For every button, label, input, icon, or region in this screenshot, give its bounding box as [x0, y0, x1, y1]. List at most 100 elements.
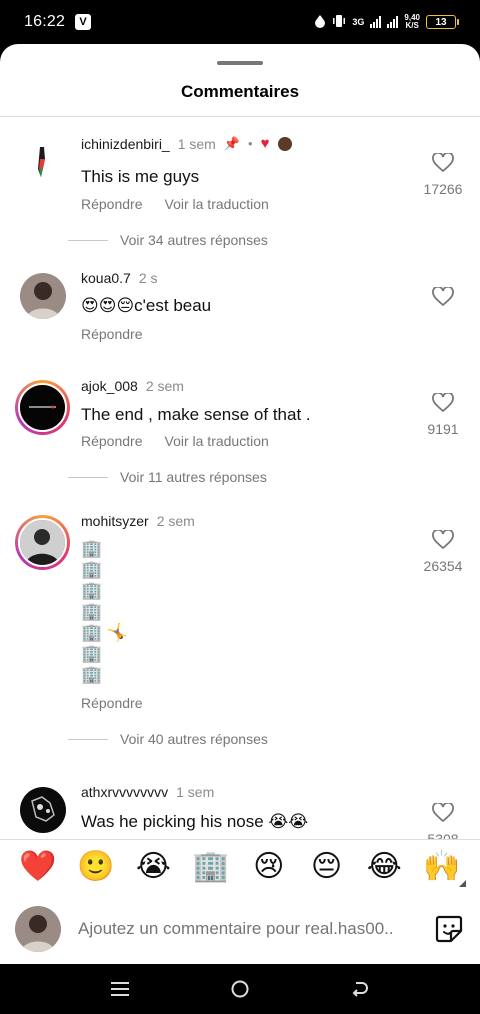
sticker-icon[interactable] [433, 913, 465, 945]
comment-username[interactable]: koua0.7 [81, 270, 131, 286]
home-button[interactable] [220, 969, 260, 1009]
view-replies-label: Voir 34 autres réponses [120, 232, 268, 248]
reaction-raised-hands[interactable]: 🙌 [422, 849, 462, 884]
replies-line [68, 738, 108, 740]
reply-button[interactable]: Répondre [81, 695, 143, 711]
avatar[interactable] [20, 139, 66, 185]
comment-time: 2 s [138, 270, 158, 286]
avatar[interactable] [20, 273, 66, 319]
like-column: 9191 [420, 393, 466, 437]
heart-outline-icon[interactable] [420, 803, 466, 823]
recents-button[interactable] [100, 969, 140, 1009]
creator-liked-heart-icon: ♥ [260, 135, 270, 152]
reaction-smile[interactable]: 🙂 [76, 849, 116, 884]
reply-button[interactable]: Répondre [81, 326, 143, 342]
comment-meta: ajok_008 2 sem [81, 378, 184, 394]
comment-actions: Répondre Voir la traduction [81, 433, 269, 449]
comment-username[interactable]: ajok_008 [81, 378, 138, 394]
avatar-inner [18, 383, 67, 432]
pin-icon: 📌 [223, 135, 241, 151]
comment-time: 2 sem [156, 513, 195, 529]
comment-line: 🏢 [81, 665, 103, 684]
drag-handle[interactable] [217, 61, 263, 65]
comment-actions: Répondre [81, 695, 143, 711]
comment-time: 2 sem [145, 378, 184, 394]
comment-text: 😍😍😔c'est beau [81, 296, 212, 315]
comment-text: Was he picking his nose 😭😭 [81, 812, 309, 831]
comment-line: 🏢 🤸 [81, 623, 129, 642]
comment-meta: athxrvvvvvvvv 1 sem [81, 784, 214, 800]
replies-line [68, 239, 108, 241]
comment-line: 🏢 [81, 560, 103, 579]
comment-text: The end , make sense of that . [81, 405, 311, 424]
view-replies-button[interactable]: Voir 11 autres réponses [68, 469, 267, 485]
system-nav-bar [0, 964, 480, 1014]
heart-outline-icon[interactable] [420, 530, 466, 550]
status-time: 16:22 [24, 13, 66, 30]
comment-username[interactable]: mohitsyzer [81, 513, 149, 529]
quick-reactions-bar: ❤️ 🙂 😭 🏢 😢 😔 😂 🙌 [0, 839, 480, 893]
net-speed: 9,40 K/S [404, 13, 420, 30]
comment-actions: Répondre [81, 326, 143, 342]
user-photo-image [20, 273, 66, 319]
more-reactions-icon[interactable] [459, 880, 466, 887]
reaction-cry[interactable]: 😢 [249, 849, 289, 884]
battery-icon: 13 [426, 15, 459, 29]
view-replies-button[interactable]: Voir 40 autres réponses [68, 731, 268, 747]
story-ring-avatar[interactable] [15, 380, 70, 435]
comment-time: 1 sem [177, 135, 216, 152]
story-ring-avatar[interactable] [15, 515, 70, 570]
dark-avatar-image [20, 385, 65, 430]
creator-mini-avatar [277, 136, 292, 151]
user-photo-image [20, 520, 65, 565]
comment-meta: koua0.7 2 s [81, 270, 158, 286]
vibrate-icon [332, 14, 346, 31]
reaction-building[interactable]: 🏢 [191, 849, 231, 884]
comment-username[interactable]: athxrvvvvvvvv [81, 784, 168, 800]
comment-line: 🏢 [81, 539, 103, 558]
comments-sheet: Commentaires ichinizdenbiri_ 1 sem 📌 • ♥ [0, 44, 480, 964]
translate-button[interactable]: Voir la traduction [165, 433, 269, 449]
network-type: 3G [352, 17, 365, 27]
like-count: 5308 [427, 831, 459, 839]
reply-button[interactable]: Répondre [81, 433, 143, 449]
like-column: 26354 [420, 530, 466, 574]
comment-username[interactable]: ichinizdenbiri_ [81, 136, 170, 152]
comment-line: 🏢 [81, 602, 103, 621]
reply-button[interactable]: Répondre [81, 196, 143, 212]
comment-text: This is me guys [81, 167, 200, 186]
like-column: 5308 [420, 803, 466, 839]
status-indicators: 3G 9,40 K/S 13 [314, 13, 459, 31]
menu-icon [111, 982, 129, 996]
comment-line: 🏢 [81, 581, 103, 600]
like-count: 9191 [427, 421, 459, 437]
like-column: 17266 [420, 153, 466, 197]
like-count: 17266 [423, 181, 463, 197]
comments-list[interactable]: ichinizdenbiri_ 1 sem 📌 • ♥ This is me g… [0, 117, 480, 839]
reaction-pensive[interactable]: 😔 [307, 849, 347, 884]
comment-line: 🏢 [81, 644, 103, 663]
comment-text: 🏢 🏢 🏢 🏢 🏢 🤸 🏢 🏢 [81, 538, 128, 685]
like-count: 26354 [423, 558, 463, 574]
v-app-icon: V [75, 14, 92, 30]
reaction-joy[interactable]: 😂 [364, 849, 404, 884]
comment-actions: Répondre Voir la traduction [81, 196, 269, 212]
reaction-heart[interactable]: ❤️ [18, 849, 58, 884]
avatar[interactable] [20, 787, 66, 833]
back-button[interactable] [340, 969, 380, 1009]
view-replies-button[interactable]: Voir 34 autres réponses [68, 232, 268, 248]
heart-outline-icon[interactable] [420, 393, 466, 413]
status-bar: 16:22 V 3G 9,40 K/S 13 [0, 0, 480, 44]
flag-avatar-image [20, 139, 66, 185]
reaction-sob[interactable]: 😭 [133, 849, 173, 884]
my-avatar [15, 905, 61, 952]
comment-input[interactable] [78, 918, 423, 939]
data-saver-icon [314, 14, 326, 31]
translate-button[interactable]: Voir la traduction [165, 196, 269, 212]
back-icon [352, 982, 368, 997]
signal-icon-2 [387, 16, 399, 28]
heart-outline-icon[interactable] [420, 287, 466, 307]
view-replies-label: Voir 11 autres réponses [120, 469, 267, 485]
heart-outline-icon[interactable] [420, 153, 466, 173]
dot-separator: • [248, 136, 253, 151]
